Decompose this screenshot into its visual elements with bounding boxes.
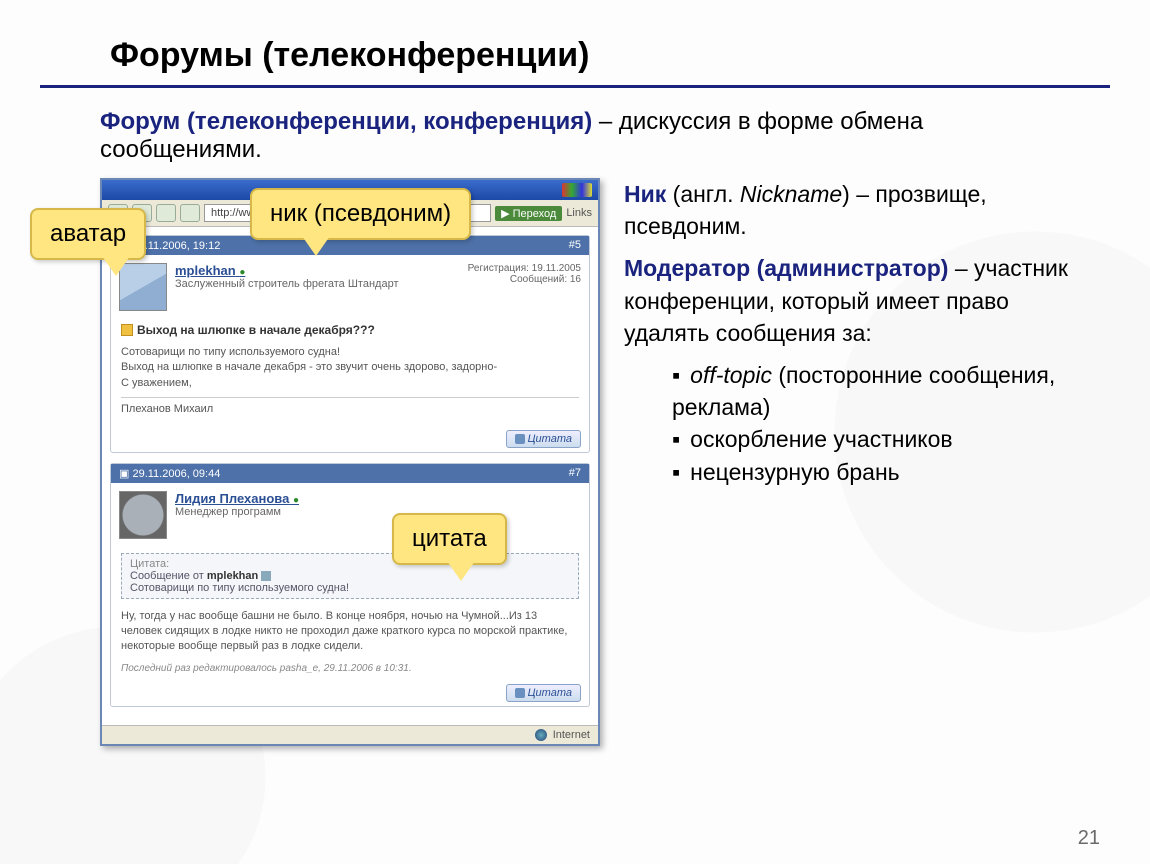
slide-title: Форумы (телеконференции) (40, 0, 1110, 88)
avatar[interactable] (119, 491, 167, 539)
post-signature: Плеханов Михаил (121, 397, 579, 417)
username-link[interactable]: Лидия Плеханова ● (175, 491, 299, 506)
status-bar: Internet (102, 725, 598, 744)
links-label[interactable]: Links (566, 207, 592, 219)
view-post-icon[interactable] (261, 571, 271, 581)
post-subject: Выход на шлюпке в начале декабря??? (111, 319, 589, 341)
post-number: #5 (569, 239, 581, 252)
callout-avatar: аватар (30, 208, 146, 260)
online-indicator-icon: ● (239, 267, 245, 278)
post-date: ▣ 29.11.2006, 09:44 (119, 467, 220, 480)
post-body: Ну, тогда у нас вообще башни не было. В … (111, 605, 589, 663)
online-indicator-icon: ● (293, 495, 299, 506)
window-title (108, 183, 111, 197)
callout-nickname: ник (псевдоним) (250, 188, 471, 240)
windows-flag-icon (562, 183, 592, 197)
quote-button[interactable]: Цитата (506, 684, 581, 702)
quote-icon (515, 434, 525, 444)
list-item: оскорбление участников (672, 423, 1090, 455)
nav-refresh-icon[interactable] (180, 204, 200, 222)
user-rank: Менеджер программ (175, 506, 299, 518)
term-moderator: Модератор (администратор) (624, 255, 948, 281)
quote-icon (515, 688, 525, 698)
intro-text: Форум (телеконференции, конференция) – д… (100, 108, 1090, 164)
page-number: 21 (1078, 827, 1100, 850)
nav-stop-icon[interactable] (156, 204, 176, 222)
callout-quote: цитата (392, 513, 507, 565)
forum-post: ▣ 29.11.2006, 09:44 #7 Лидия Плеханова ●… (110, 463, 590, 707)
list-item: нецензурную брань (672, 456, 1090, 488)
forum-body: ▣ 29.11.2006, 19:12 #5 mplekhan ● Заслуж… (102, 227, 598, 725)
username-link[interactable]: mplekhan ● (175, 263, 399, 278)
go-button[interactable]: ▶ Переход (495, 206, 562, 221)
user-registration: Регистрация: 19.11.2005 (468, 263, 581, 274)
screenshot-area: аватар ник (псевдоним) цитата http://www… (100, 178, 600, 746)
user-rank: Заслуженный строитель фрегата Штандарт (175, 278, 399, 290)
post-number: #7 (569, 467, 581, 480)
post-edited-note: Последний раз редактировалось pasha_e, 2… (111, 663, 589, 680)
list-item: off-topic (посторонние сообщения, реклам… (672, 359, 1090, 423)
definitions: Ник (англ. Nickname) – прозвище, псевдон… (624, 178, 1090, 746)
user-message-count: Сообщений: 16 (468, 274, 581, 285)
forum-post: ▣ 29.11.2006, 19:12 #5 mplekhan ● Заслуж… (110, 235, 590, 453)
intro-term: Форум (телеконференции, конференция) (100, 108, 592, 135)
internet-zone-icon (535, 729, 547, 741)
quoted-message: Цитата: Сообщение от mplekhan Сотоварищи… (121, 553, 579, 599)
post-icon (121, 324, 133, 336)
browser-window: http://www.shtandart.ru/forum t=436 ▶ Пе… (100, 178, 600, 746)
quote-button[interactable]: Цитата (506, 430, 581, 448)
post-body: Сотоварищи по типу используемого судна! … (111, 341, 589, 426)
term-nick: Ник (624, 181, 666, 207)
